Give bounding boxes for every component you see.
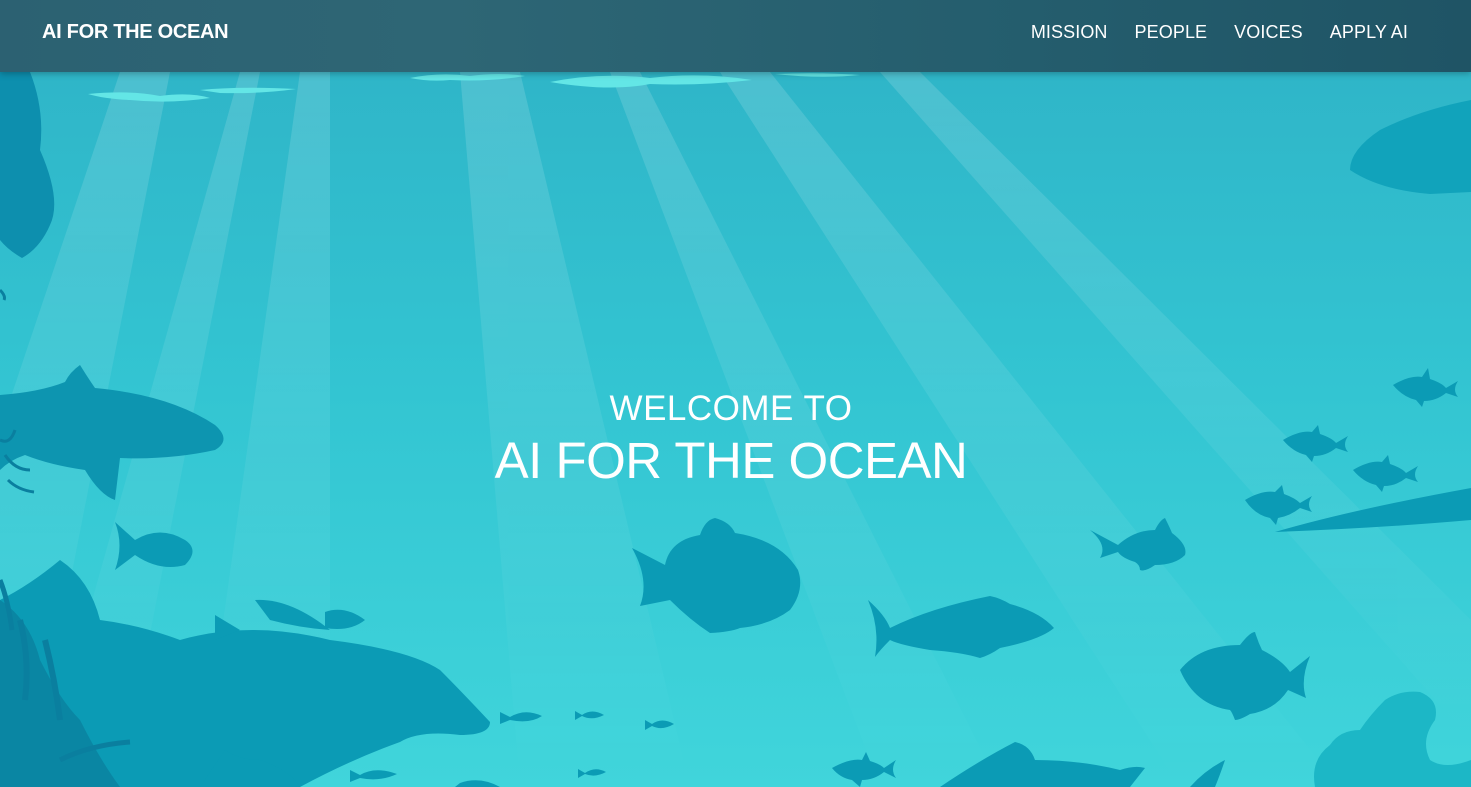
nav-link-people[interactable]: PEOPLE [1135,22,1208,42]
page: AI FOR THE OCEAN MISSION PEOPLE VOICES A… [0,0,1471,787]
nav-link-apply-ai[interactable]: APPLY AI [1330,22,1408,42]
nav-link-voices[interactable]: VOICES [1234,22,1303,42]
nav-menu: MISSION PEOPLE VOICES APPLY AI [1031,21,1408,43]
hero-title: AI FOR THE OCEAN [494,432,968,489]
nav-item-apply-ai: APPLY AI [1330,21,1408,43]
hero-eyebrow: WELCOME TO [609,389,853,428]
nav-item-mission: MISSION [1031,21,1108,43]
top-navbar: AI FOR THE OCEAN MISSION PEOPLE VOICES A… [0,0,1471,72]
hero-section: WELCOME TO AI FOR THE OCEAN [0,388,1462,492]
nav-item-voices: VOICES [1234,21,1303,43]
nav-item-people: PEOPLE [1135,21,1208,43]
brand-logo-link[interactable]: AI FOR THE OCEAN [42,20,229,44]
nav-link-mission[interactable]: MISSION [1031,22,1108,42]
